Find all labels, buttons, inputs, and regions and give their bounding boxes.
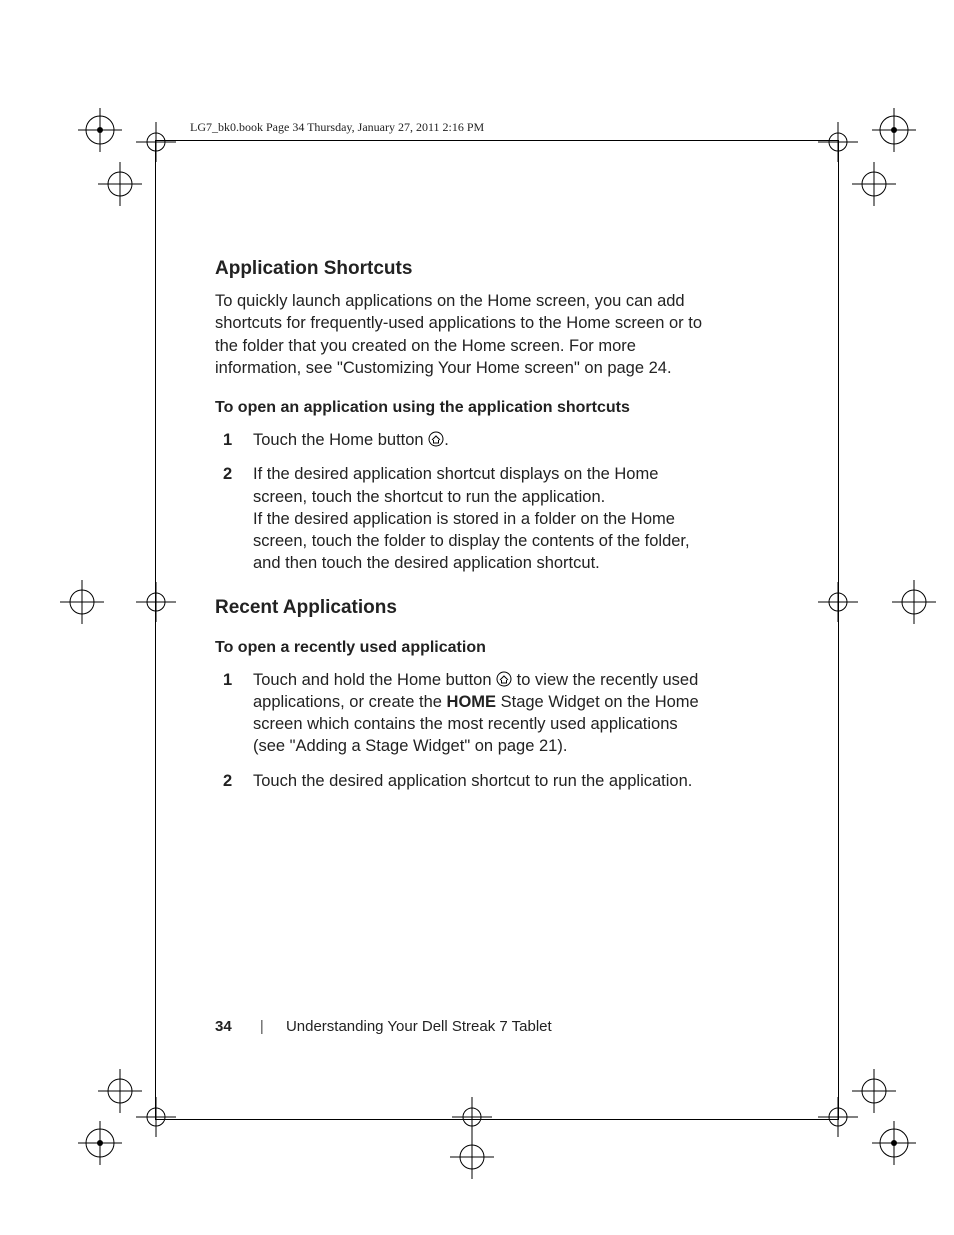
step-number: 1 [223, 669, 232, 691]
step: 2 If the desired application shortcut di… [215, 463, 710, 574]
page-footer: 34 | Understanding Your Dell Streak 7 Ta… [215, 1018, 552, 1035]
steps-open-recent-app: 1 Touch and hold the Home button to view… [215, 669, 710, 792]
heading-recent-applications: Recent Applications [215, 597, 710, 619]
page-content: Application Shortcuts To quickly launch … [215, 258, 710, 810]
crosshair-icon [452, 1097, 492, 1137]
page-number: 34 [215, 1018, 232, 1035]
page: LG7_bk0.book Page 34 Thursday, January 2… [0, 0, 954, 1235]
registration-mark-icon [60, 580, 104, 624]
step-number: 1 [223, 429, 232, 451]
step-number: 2 [223, 463, 232, 485]
registration-mark-icon [450, 1135, 494, 1179]
crosshair-icon [136, 1097, 176, 1137]
step-number: 2 [223, 770, 232, 792]
crop-rule-right [838, 140, 839, 1120]
registration-mark-icon [78, 108, 122, 152]
step-text-bold: HOME [447, 693, 497, 711]
registration-mark-icon [852, 162, 896, 206]
step-text: Touch and hold the Home button [253, 671, 496, 689]
home-icon [428, 431, 444, 447]
heading-application-shortcuts: Application Shortcuts [215, 258, 710, 280]
subheading-open-recent-app: To open a recently used application [215, 639, 710, 657]
crop-rule-top [155, 140, 839, 141]
registration-mark-icon [78, 1121, 122, 1165]
crosshair-icon [136, 582, 176, 622]
crop-rule-left [155, 140, 156, 1120]
subheading-open-app-shortcuts: To open an application using the applica… [215, 399, 710, 417]
steps-open-app-shortcuts: 1 Touch the Home button . 2 If the desir… [215, 429, 710, 575]
step: 1 Touch and hold the Home button to view… [215, 669, 710, 758]
registration-mark-icon [872, 1121, 916, 1165]
crosshair-icon [818, 582, 858, 622]
registration-mark-icon [98, 162, 142, 206]
registration-mark-icon [892, 580, 936, 624]
step: 1 Touch the Home button . [215, 429, 710, 451]
step-text: Touch the desired application shortcut t… [253, 772, 692, 790]
intro-paragraph: To quickly launch applications on the Ho… [215, 290, 710, 379]
footer-separator: | [260, 1018, 264, 1035]
step-text: If the desired application shortcut disp… [253, 465, 658, 505]
step-text-tail: . [444, 431, 449, 449]
running-header: LG7_bk0.book Page 34 Thursday, January 2… [190, 120, 484, 135]
registration-mark-icon [872, 108, 916, 152]
home-icon [496, 671, 512, 687]
registration-mark-icon [852, 1069, 896, 1113]
crop-rule-bottom [155, 1119, 839, 1120]
step-text: If the desired application is stored in … [253, 510, 690, 573]
step-text: Touch the Home button [253, 431, 428, 449]
crosshair-icon [818, 122, 858, 162]
chapter-title: Understanding Your Dell Streak 7 Tablet [286, 1018, 552, 1035]
crosshair-icon [136, 122, 176, 162]
step: 2 Touch the desired application shortcut… [215, 770, 710, 792]
